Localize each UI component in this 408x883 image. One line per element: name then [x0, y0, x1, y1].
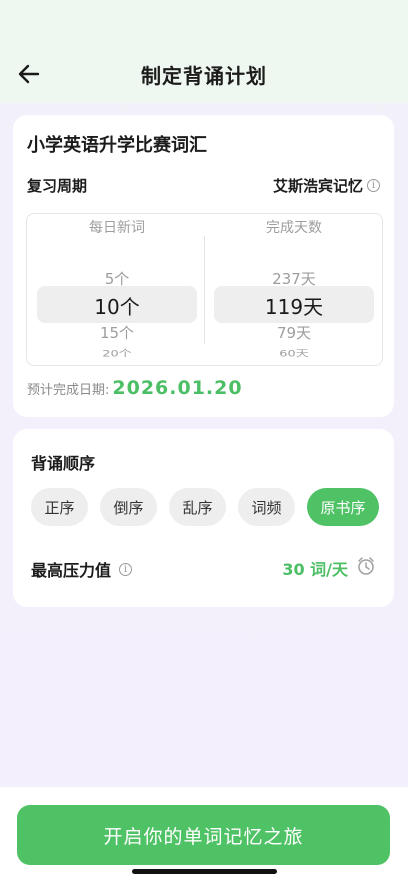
start-memory-button[interactable]: 开启你的单词记忆之旅: [17, 805, 390, 865]
picker-option[interactable]: 79天: [214, 322, 374, 343]
picker-option[interactable]: 20个: [37, 346, 197, 360]
order-chip-book-order[interactable]: 原书序: [307, 488, 379, 526]
picker-selected-option[interactable]: 119天: [214, 291, 374, 320]
info-icon[interactable]: i: [119, 562, 133, 576]
estimated-completion: 预计完成日期: 2026.01.20: [27, 377, 243, 399]
order-chip-frequency[interactable]: 词频: [238, 488, 295, 526]
info-icon[interactable]: i: [367, 179, 380, 192]
order-options: 正序 倒序 乱序 词频 原书序: [31, 488, 379, 526]
days-header: 完成天数: [266, 220, 322, 236]
review-cycle-label: 复习周期: [27, 177, 88, 195]
max-pressure-label: 最高压力值: [31, 561, 112, 580]
estimate-date: 2026.01.20: [112, 377, 243, 399]
memory-method[interactable]: 艾斯浩宾记忆 i: [273, 175, 380, 196]
picker-divider: [204, 236, 205, 344]
estimate-label: 预计完成日期:: [27, 383, 110, 398]
plan-picker[interactable]: 每日新词 5个 10个 15个 20个 完成天数 237天 119天 79天 6…: [26, 213, 383, 366]
picker-selected-option[interactable]: 10个: [37, 291, 197, 320]
order-title: 背诵顺序: [31, 454, 96, 473]
memory-method-label: 艾斯浩宾记忆: [272, 177, 363, 195]
wordlist-title: 小学英语升学比赛词汇: [27, 135, 207, 156]
order-chip-reverse[interactable]: 倒序: [100, 488, 157, 526]
days-column[interactable]: 完成天数 237天 119天 79天 60天: [214, 214, 374, 365]
max-pressure-value[interactable]: 30 词/天: [282, 556, 348, 580]
daily-words-header: 每日新词: [89, 220, 145, 236]
picker-option[interactable]: 237天: [214, 268, 374, 289]
daily-words-column[interactable]: 每日新词 5个 10个 15个 20个: [37, 214, 197, 365]
picker-option[interactable]: 15个: [37, 322, 197, 343]
max-pressure-row: 最高压力值 i: [31, 557, 133, 581]
home-indicator[interactable]: [132, 869, 277, 874]
page-title: 制定背诵计划: [141, 64, 267, 88]
order-chip-forward[interactable]: 正序: [31, 488, 88, 526]
plan-card: 小学英语升学比赛词汇 复习周期 艾斯浩宾记忆 i 每日新词 5个 10个 15个…: [13, 115, 394, 417]
alarm-clock-icon[interactable]: [356, 556, 376, 576]
order-chip-random[interactable]: 乱序: [169, 488, 226, 526]
header-bar: 制定背诵计划: [0, 0, 408, 103]
picker-option[interactable]: 5个: [37, 268, 197, 289]
picker-option[interactable]: 60天: [214, 346, 374, 360]
order-card: 背诵顺序 正序 倒序 乱序 词频 原书序 最高压力值 i 30 词/天: [13, 429, 394, 607]
